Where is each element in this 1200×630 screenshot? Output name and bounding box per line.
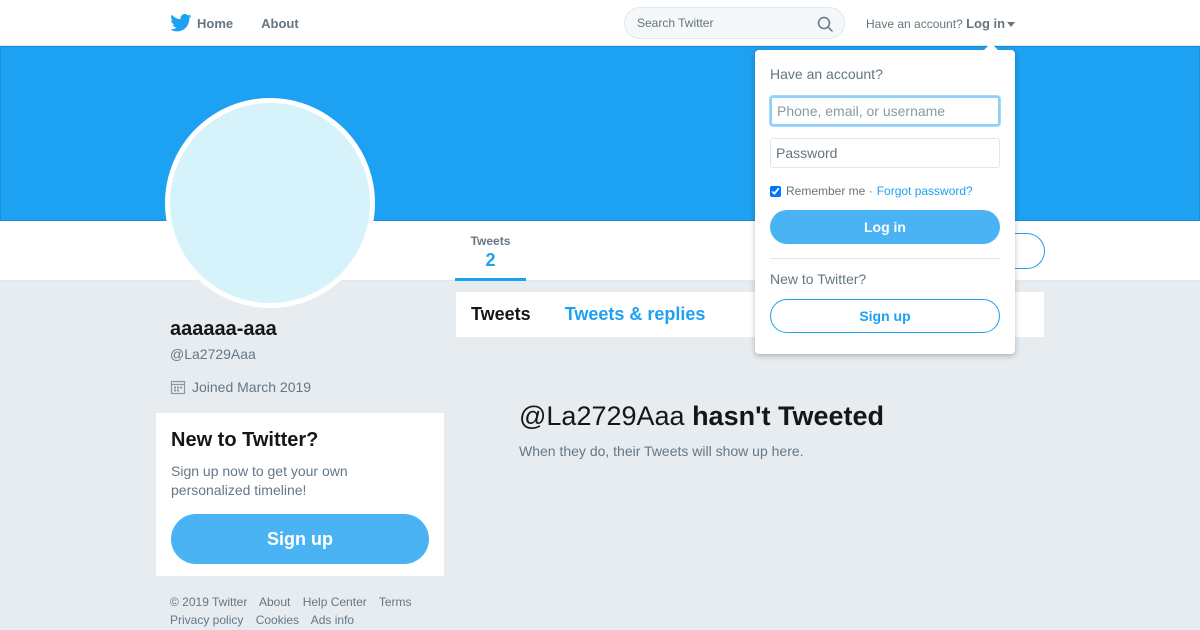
signup-card-title: New to Twitter? bbox=[171, 429, 319, 451]
empty-state-subtitle: When they do, their Tweets will show up … bbox=[519, 443, 804, 459]
footer-privacy[interactable]: Privacy policy bbox=[170, 613, 243, 627]
footer-terms[interactable]: Terms bbox=[379, 595, 412, 609]
search-input[interactable] bbox=[625, 8, 805, 38]
account-prompt: Have an account? bbox=[866, 17, 963, 31]
footer-about[interactable]: About bbox=[259, 595, 290, 609]
calendar-icon bbox=[170, 380, 186, 395]
login-dropdown-title: Have an account? bbox=[770, 66, 883, 82]
twitter-bird-icon[interactable] bbox=[170, 14, 192, 32]
nav-left: Home About bbox=[170, 0, 327, 46]
top-nav-bar: Home About Have an account? Log in bbox=[0, 0, 1200, 46]
dropdown-divider bbox=[770, 258, 1000, 259]
login-dropdown-toggle[interactable]: Log in bbox=[966, 16, 1016, 31]
stat-tweets[interactable]: Tweets 2 bbox=[455, 234, 526, 281]
avatar[interactable] bbox=[165, 98, 375, 308]
remember-label: Remember me · bbox=[786, 184, 873, 198]
joined-text: Joined March 2019 bbox=[192, 379, 312, 395]
footer-ads-info[interactable]: Ads info bbox=[311, 613, 354, 627]
footer-copyright: © 2019 Twitter bbox=[170, 595, 248, 609]
profile-handle[interactable]: @La2729Aaa bbox=[170, 346, 256, 362]
avatar-image bbox=[170, 103, 370, 303]
stat-tweets-label: Tweets bbox=[470, 234, 511, 248]
password-field[interactable] bbox=[770, 138, 1000, 168]
account-area: Have an account? Log in bbox=[866, 16, 1016, 31]
username-field[interactable] bbox=[770, 96, 1000, 126]
dropdown-signup-button[interactable]: Sign up bbox=[770, 299, 1000, 333]
remember-checkbox[interactable] bbox=[770, 185, 781, 197]
remember-row: Remember me · Forgot password? bbox=[770, 184, 1000, 198]
login-toggle-label: Log in bbox=[966, 16, 1006, 31]
search-box bbox=[624, 7, 845, 39]
search-icon[interactable] bbox=[817, 16, 833, 32]
signup-card-text: Sign up now to get your own personalized… bbox=[171, 463, 348, 498]
new-to-twitter-label: New to Twitter? bbox=[770, 271, 867, 287]
caret-down-icon bbox=[1007, 22, 1016, 28]
empty-state-title: @La2729Aaa hasn't Tweeted bbox=[519, 401, 884, 432]
login-dropdown: Have an account? Remember me · Forgot pa… bbox=[755, 43, 1015, 354]
login-button[interactable]: Log in bbox=[770, 210, 1000, 244]
nav-home-link[interactable]: Home bbox=[197, 16, 233, 31]
joined-date: Joined March 2019 bbox=[170, 379, 311, 395]
forgot-password-link[interactable]: Forgot password? bbox=[877, 184, 973, 198]
footer-cookies[interactable]: Cookies bbox=[256, 613, 299, 627]
footer-help-center[interactable]: Help Center bbox=[303, 595, 367, 609]
empty-state-heading: hasn't Tweeted bbox=[692, 401, 885, 431]
nav-about-link[interactable]: About bbox=[261, 16, 299, 31]
signup-card-button[interactable]: Sign up bbox=[171, 514, 429, 564]
empty-state-handle: @La2729Aaa bbox=[519, 401, 685, 431]
tab-tweets-replies[interactable]: Tweets & replies bbox=[565, 304, 706, 325]
tab-tweets[interactable]: Tweets bbox=[471, 304, 531, 325]
stat-tweets-count: 2 bbox=[485, 250, 496, 270]
footer-links: © 2019 Twitter About Help Center Terms P… bbox=[170, 593, 440, 629]
signup-card: New to Twitter? Sign up now to get your … bbox=[156, 413, 444, 576]
profile-name[interactable]: aaaaaa-aaa bbox=[170, 318, 277, 341]
